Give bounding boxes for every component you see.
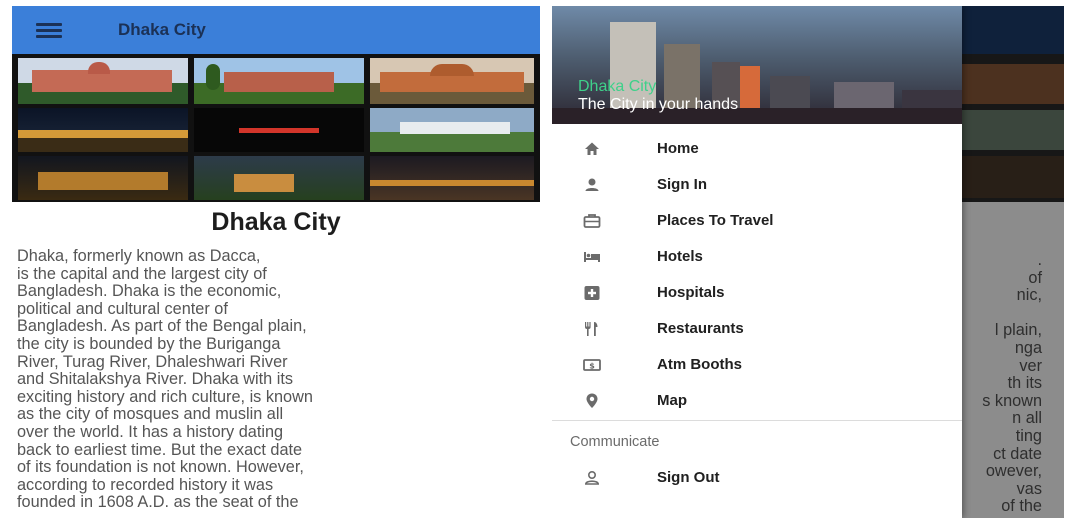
main-screen: Dhaka City Dhaka City Dhaka, formerly kn… [12, 6, 540, 518]
hamburger-menu-icon[interactable] [36, 21, 62, 39]
menu-item-atm-booths[interactable]: $ Atm Booths [552, 347, 962, 383]
photo-gallery [12, 54, 540, 202]
menu-item-restaurants[interactable]: Restaurants [552, 311, 962, 347]
gallery-image[interactable] [18, 108, 188, 152]
gallery-image[interactable] [370, 156, 534, 200]
gallery-image[interactable] [18, 58, 188, 104]
atm-money-icon: $ [582, 355, 602, 375]
menu-divider [552, 420, 962, 421]
drawer-title: Dhaka City [578, 78, 657, 95]
menu-item-label: Places To Travel [657, 212, 774, 229]
app-bar-title: Dhaka City [118, 20, 206, 39]
svg-text:$: $ [589, 361, 595, 370]
drawer-header: Dhaka City The City in your hands [552, 6, 962, 124]
menu-item-label: Restaurants [657, 320, 744, 337]
screenshot-stage: Dhaka City Dhaka City Dhaka, formerly kn… [0, 0, 1077, 518]
menu-item-label: Atm Booths [657, 356, 742, 373]
menu-item-label: Sign Out [657, 469, 720, 486]
person-icon [582, 175, 602, 195]
map-pin-icon [582, 391, 602, 411]
menu-item-places-to-travel[interactable]: Places To Travel [552, 203, 962, 239]
menu-item-sign-out[interactable]: Sign Out [552, 460, 962, 496]
home-icon [582, 139, 602, 159]
menu-item-label: Hospitals [657, 284, 725, 301]
gallery-image[interactable] [370, 58, 534, 104]
section-label-communicate: Communicate [570, 434, 660, 450]
menu-item-label: Map [657, 392, 687, 409]
restaurant-icon [582, 319, 602, 339]
menu-item-label: Hotels [657, 248, 703, 265]
gallery-image[interactable] [18, 156, 188, 200]
menu-item-home[interactable]: Home [552, 131, 962, 167]
gallery-image[interactable] [370, 108, 534, 152]
drawer-subtitle: The City in your hands [578, 96, 739, 113]
gallery-image[interactable] [194, 108, 364, 152]
person-outline-icon [582, 468, 602, 488]
gallery-image[interactable] [194, 58, 364, 104]
menu-item-label: Home [657, 140, 699, 157]
menu-item-sign-in[interactable]: Sign In [552, 167, 962, 203]
hospital-plus-icon [582, 283, 602, 303]
menu-item-hospitals[interactable]: Hospitals [552, 275, 962, 311]
app-bar: Dhaka City [12, 6, 540, 54]
hotel-bed-icon [582, 247, 602, 267]
menu-item-map[interactable]: Map [552, 383, 962, 419]
article-title: Dhaka City [211, 208, 341, 236]
briefcase-icon [582, 211, 602, 231]
menu-item-hotels[interactable]: Hotels [552, 239, 962, 275]
navigation-drawer: Dhaka City The City in your hands Home S… [552, 6, 962, 518]
gallery-image[interactable] [194, 156, 364, 200]
article-body: Dhaka, formerly known as Dacca, is the c… [17, 247, 313, 512]
menu-item-label: Sign In [657, 176, 707, 193]
drawer-screen: . of nic, l plain, nga ver th its s know… [552, 6, 1064, 518]
